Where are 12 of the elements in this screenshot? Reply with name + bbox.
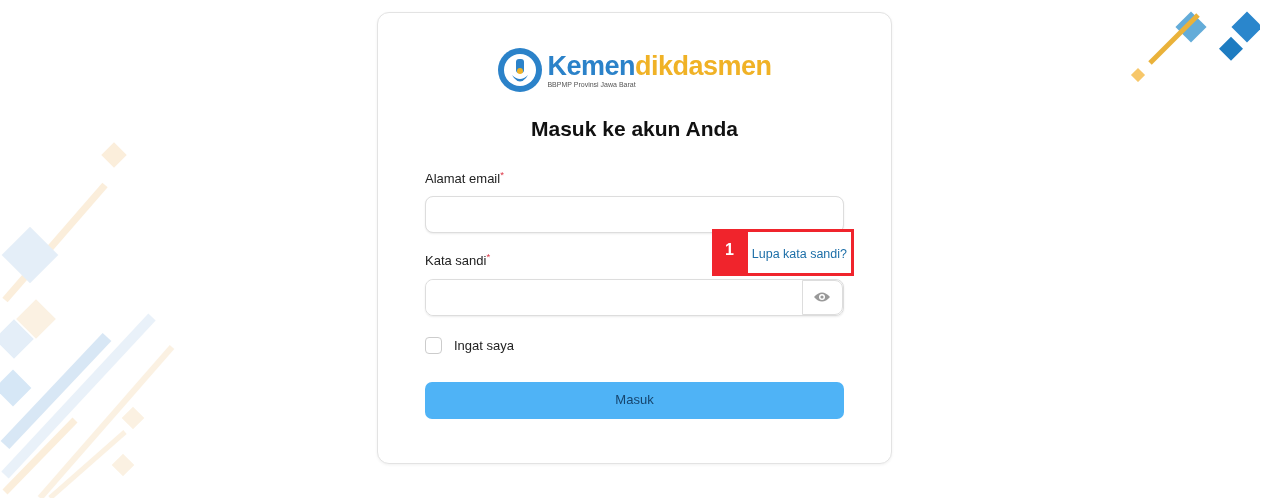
email-field[interactable] [425, 196, 844, 233]
eye-icon[interactable] [813, 291, 832, 303]
login-title: Masuk ke akun Anda [530, 116, 739, 142]
login-button[interactable]: Masuk [425, 381, 844, 419]
remember-checkbox[interactable] [425, 337, 442, 354]
remember-label: Ingat saya [454, 336, 514, 355]
annotation-number: 1 [723, 240, 735, 260]
logo-wordmark: Kemendikdasmen [547, 52, 772, 80]
field-label: Kata sandi$^{*}$ [425, 251, 491, 270]
field-label: Alamat email$^{*}$ [425, 168, 504, 188]
password-field[interactable] [425, 278, 844, 316]
emblem-icon [497, 47, 544, 93]
